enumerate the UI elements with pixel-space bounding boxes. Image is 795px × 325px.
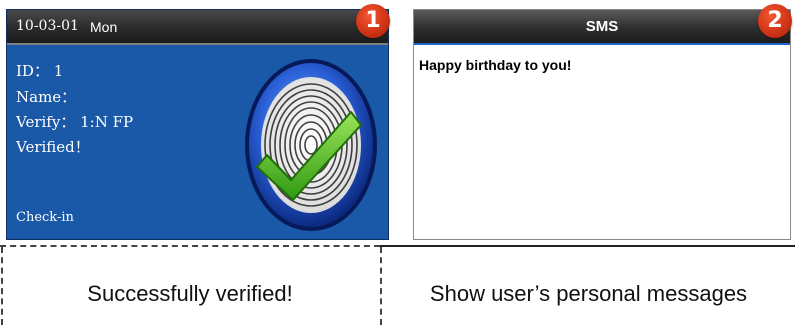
caption-divider-left	[0, 245, 380, 247]
check-in-status: Check-in	[16, 210, 74, 225]
user-id-text: ID： 1	[16, 62, 64, 80]
sms-screen: SMS Happy birthday to you!	[413, 9, 791, 240]
step-1-badge: 1	[356, 4, 390, 38]
verification-screen: 10-03-01 Mon ID： 1 Name： Verify： 1:N FP …	[6, 9, 389, 240]
caption-verified: Successfully verified!	[87, 281, 293, 306]
fingerprint-check-icon	[245, 59, 377, 231]
user-name-text: Name：	[16, 88, 77, 106]
caption-divider-right	[380, 245, 795, 247]
step-1-number: 1	[365, 8, 381, 33]
sms-message: Happy birthday to you!	[419, 57, 572, 73]
status-bar: 10-03-01 Mon	[7, 10, 388, 45]
step-2-number: 2	[767, 8, 783, 33]
date-text: 10-03-01	[16, 18, 79, 34]
day-text: Mon	[90, 19, 118, 35]
sms-title: SMS	[585, 18, 619, 35]
verify-mode-text: Verify： 1:N FP	[16, 113, 134, 131]
sms-title-bar: SMS	[414, 10, 790, 45]
caption-messages: Show user’s personal messages	[429, 281, 748, 306]
step-2-badge: 2	[758, 4, 792, 38]
verified-text: Verified！	[16, 138, 90, 156]
